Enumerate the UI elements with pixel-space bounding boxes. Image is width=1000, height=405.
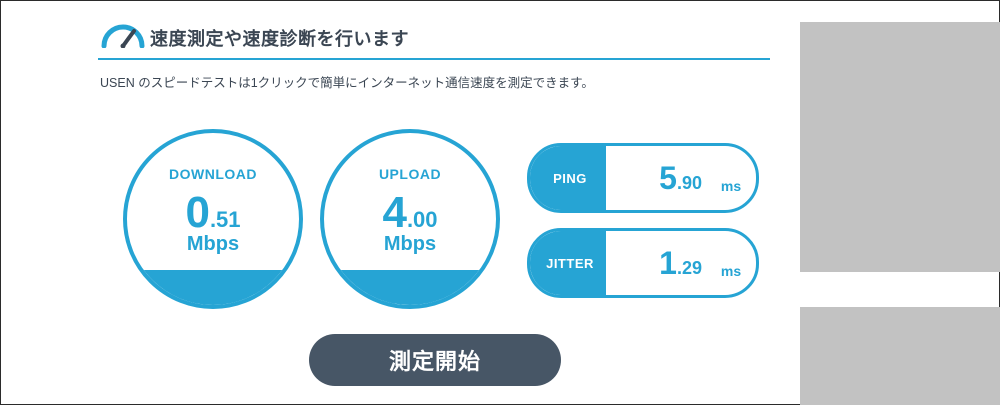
jitter-value-integer: 1 <box>659 245 677 281</box>
upload-gauge-fill <box>324 270 496 305</box>
section-header: 速度測定や速度診断を行います <box>98 18 770 60</box>
jitter-label: JITTER <box>530 231 606 295</box>
upload-value-integer: 4 <box>382 188 407 237</box>
jitter-value-decimal: .29 <box>676 258 702 278</box>
start-measurement-button[interactable]: 測定開始 <box>309 334 561 386</box>
jitter-result: JITTER 1.29 ms <box>527 228 759 298</box>
download-value-integer: 0 <box>185 188 210 237</box>
upload-value: 4.00 <box>324 188 496 238</box>
download-label: DOWNLOAD <box>169 166 257 182</box>
ad-placeholder-top[interactable] <box>800 22 1000 272</box>
jitter-unit: ms <box>720 263 742 279</box>
speedometer-icon <box>101 24 145 48</box>
ping-value-integer: 5 <box>659 160 677 196</box>
download-value-decimal: .51 <box>209 207 241 232</box>
ping-value: 5.90 <box>659 160 702 197</box>
description-text: USEN のスピードテストは1クリックで簡単にインターネット通信速度を測定できま… <box>100 76 594 90</box>
download-value: 0.51 <box>127 188 299 238</box>
page-title: 速度測定や速度診断を行います <box>150 29 409 49</box>
ping-label: PING <box>530 146 606 210</box>
jitter-value: 1.29 <box>659 245 702 282</box>
ping-result: PING 5.90 ms <box>527 143 759 213</box>
upload-unit: Mbps <box>383 233 437 255</box>
upload-label: UPLOAD <box>378 166 442 182</box>
download-gauge: DOWNLOAD 0.51 Mbps <box>123 129 303 309</box>
ping-unit: ms <box>720 178 742 194</box>
upload-gauge: UPLOAD 4.00 Mbps <box>320 129 500 309</box>
download-unit: Mbps <box>186 233 240 255</box>
upload-value-decimal: .00 <box>406 207 438 232</box>
ping-value-decimal: .90 <box>676 173 702 193</box>
download-gauge-fill <box>127 270 299 305</box>
ad-placeholder-bottom[interactable] <box>800 307 1000 405</box>
